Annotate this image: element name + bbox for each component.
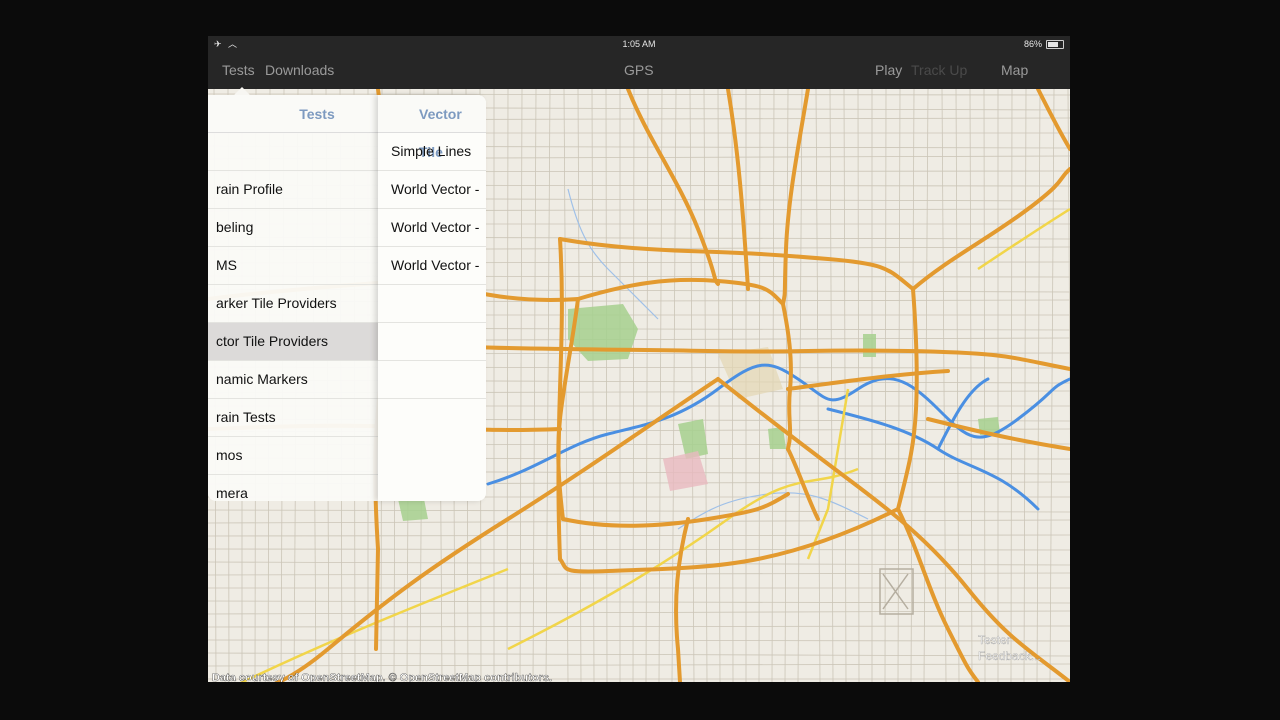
test-list-item[interactable]: mera [208,475,378,501]
vector-tile-list-item[interactable]: World Vector - [378,247,486,285]
test-list-item[interactable]: namic Markers [208,361,378,399]
nav-bar: Tests Downloads GPS Play Track Up Map [208,52,1070,89]
play-button[interactable]: Play [875,62,902,78]
vector-tile-list: Simple Lines World Vector - World Vector -… [378,133,486,399]
status-bar: ✈ ︿ 1:05 AM 86% [208,36,1070,52]
tests-popover: Tests rain Profile beling MS arker Tile Pro… [208,87,486,501]
test-list-item[interactable] [208,133,378,171]
tests-list-panel: Tests rain Profile beling MS arker Tile Pro… [208,95,378,501]
test-list-item[interactable]: rain Profile [208,171,378,209]
tests-list: rain Profile beling MS arker Tile Providers… [208,133,378,501]
test-list-item[interactable]: mos [208,437,378,475]
test-list-item[interactable]: arker Tile Providers [208,285,378,323]
tester-feedback-line2[interactable]: Feedback... [978,649,1041,663]
test-list-item[interactable]: MS [208,247,378,285]
battery-icon [1046,39,1064,49]
track-up-button[interactable]: Track Up [911,62,967,78]
battery-percent: 86% [1023,39,1042,49]
status-time: 1:05 AM [622,39,656,49]
vector-tile-list-item[interactable]: World Vector - [378,171,486,209]
tests-panel-header: Tests [208,95,378,133]
map-attribution[interactable]: Data courtesy of OpenStreetMap. © OpenSt… [212,672,552,682]
vector-tile-list-item [378,323,486,361]
vector-tile-panel: Vector Tile Simple Lines World Vector - Wo… [378,95,486,501]
vector-tile-list-item [378,361,486,399]
tester-feedback-line1[interactable]: Tester [978,633,1011,647]
map-button[interactable]: Map [1001,62,1028,78]
tab-tests[interactable]: Tests [222,62,255,78]
tab-downloads[interactable]: Downloads [265,62,334,78]
nav-title: GPS [624,62,654,78]
vector-tile-list-item[interactable]: World Vector - [378,209,486,247]
test-list-item[interactable]: beling [208,209,378,247]
vector-tile-list-item[interactable]: Simple Lines [378,133,486,171]
vector-tile-list-item [378,285,486,323]
test-list-item[interactable]: rain Tests [208,399,378,437]
test-list-item[interactable]: ctor Tile Providers [208,323,378,361]
vector-tile-panel-header: Vector Tile [378,95,486,160]
